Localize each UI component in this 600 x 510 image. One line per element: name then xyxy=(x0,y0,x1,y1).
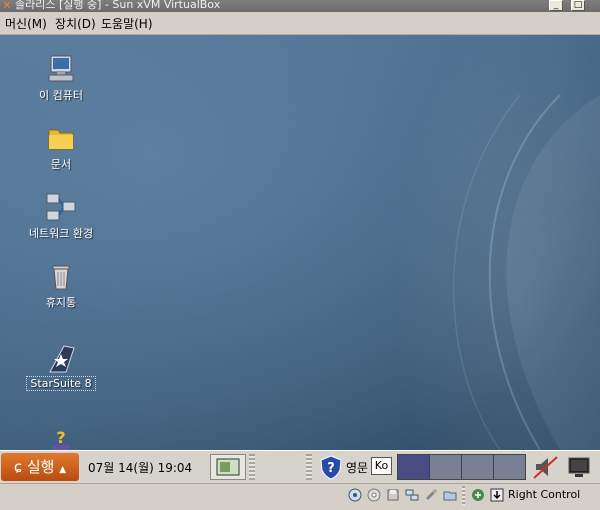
mouse-integration-icon[interactable] xyxy=(471,488,485,502)
network-adapter-icon[interactable] xyxy=(405,488,419,502)
help-icon: ? xyxy=(52,428,70,450)
start-button[interactable]: ɕ 실행 ▲ xyxy=(1,453,79,481)
panel-grip[interactable] xyxy=(249,454,255,480)
virtualbox-icon: ✕ xyxy=(2,0,12,12)
start-label: 실행 xyxy=(26,458,55,476)
maximize-button[interactable]: □ xyxy=(571,0,585,11)
menu-devices[interactable]: 장치(D) xyxy=(55,15,96,32)
trash-icon xyxy=(52,265,70,290)
svg-text:?: ? xyxy=(56,428,65,447)
desktop-icon-label: 휴지통 xyxy=(45,296,77,309)
starsuite-icon xyxy=(49,345,75,373)
desktop-icon-label: 문서 xyxy=(50,158,72,171)
desktop-icon-trash[interactable]: 휴지통 xyxy=(16,259,106,310)
shield-icon[interactable]: ? xyxy=(318,454,344,480)
workspace-1[interactable] xyxy=(398,455,430,479)
network-icon xyxy=(46,193,76,221)
host-key-icon xyxy=(490,488,504,502)
desktop-icon-starsuite[interactable]: StarSuite 8 xyxy=(16,342,106,391)
clock[interactable]: 07월 14(월) 19:04 xyxy=(88,459,192,476)
chevron-up-icon: ▲ xyxy=(59,465,67,475)
workspace-4[interactable] xyxy=(494,455,525,479)
desktop-icon-my-computer[interactable]: 이 컴퓨터 xyxy=(16,52,106,103)
show-desktop-button[interactable] xyxy=(210,454,246,480)
desktop-icon-help[interactable]: ? xyxy=(16,425,106,450)
desktop[interactable]: 이 컴퓨터 문서 네트워크 환경 휴지통 StarSuite 8 ? xyxy=(0,35,600,450)
status-bar: Right Control xyxy=(0,483,600,510)
workspace-2[interactable] xyxy=(430,455,462,479)
monitor-icon[interactable] xyxy=(566,454,592,480)
folder-icon xyxy=(48,129,74,150)
start-icon: ɕ xyxy=(13,458,23,476)
language-indicator[interactable]: 영문 xyxy=(346,459,368,476)
minimize-button[interactable]: _ xyxy=(549,0,563,11)
ime-button[interactable]: Ko xyxy=(371,457,392,475)
hard-disk-icon[interactable] xyxy=(348,488,362,502)
volume-muted-icon[interactable] xyxy=(530,454,560,480)
window-title: 솔라리스 [실행 중] - Sun xVM VirtualBox xyxy=(15,0,221,11)
floppy-icon[interactable] xyxy=(386,488,400,502)
host-key-label: Right Control xyxy=(508,488,581,501)
taskbar: ɕ 실행 ▲ 07월 14(월) 19:04 ? 영문 Ko xyxy=(0,450,600,484)
desktop-icon-label: 이 컴퓨터 xyxy=(39,89,83,102)
menu-bar: 머신(M) 장치(D) 도움말(H) xyxy=(0,12,600,35)
desktop-icon-label: 네트워크 환경 xyxy=(28,227,94,240)
svg-text:?: ? xyxy=(327,461,335,476)
desktop-icon-label: StarSuite 8 xyxy=(26,376,96,391)
workspace-3[interactable] xyxy=(462,455,494,479)
status-divider xyxy=(462,486,465,506)
usb-icon[interactable] xyxy=(424,488,438,502)
cd-icon[interactable] xyxy=(367,488,381,502)
desktop-icon-network[interactable]: 네트워크 환경 xyxy=(16,190,106,241)
desktop-preview-icon xyxy=(216,458,240,476)
window-title-bar[interactable]: ✕ 솔라리스 [실행 중] - Sun xVM VirtualBox _ □ xyxy=(0,0,600,12)
menu-machine[interactable]: 머신(M) xyxy=(5,15,47,32)
desktop-icon-documents[interactable]: 문서 xyxy=(16,121,106,172)
menu-help[interactable]: 도움말(H) xyxy=(101,15,153,32)
computer-icon xyxy=(48,55,74,82)
shared-folder-icon[interactable] xyxy=(443,488,457,502)
panel-grip[interactable] xyxy=(306,454,312,480)
workspace-switcher[interactable] xyxy=(397,454,526,480)
